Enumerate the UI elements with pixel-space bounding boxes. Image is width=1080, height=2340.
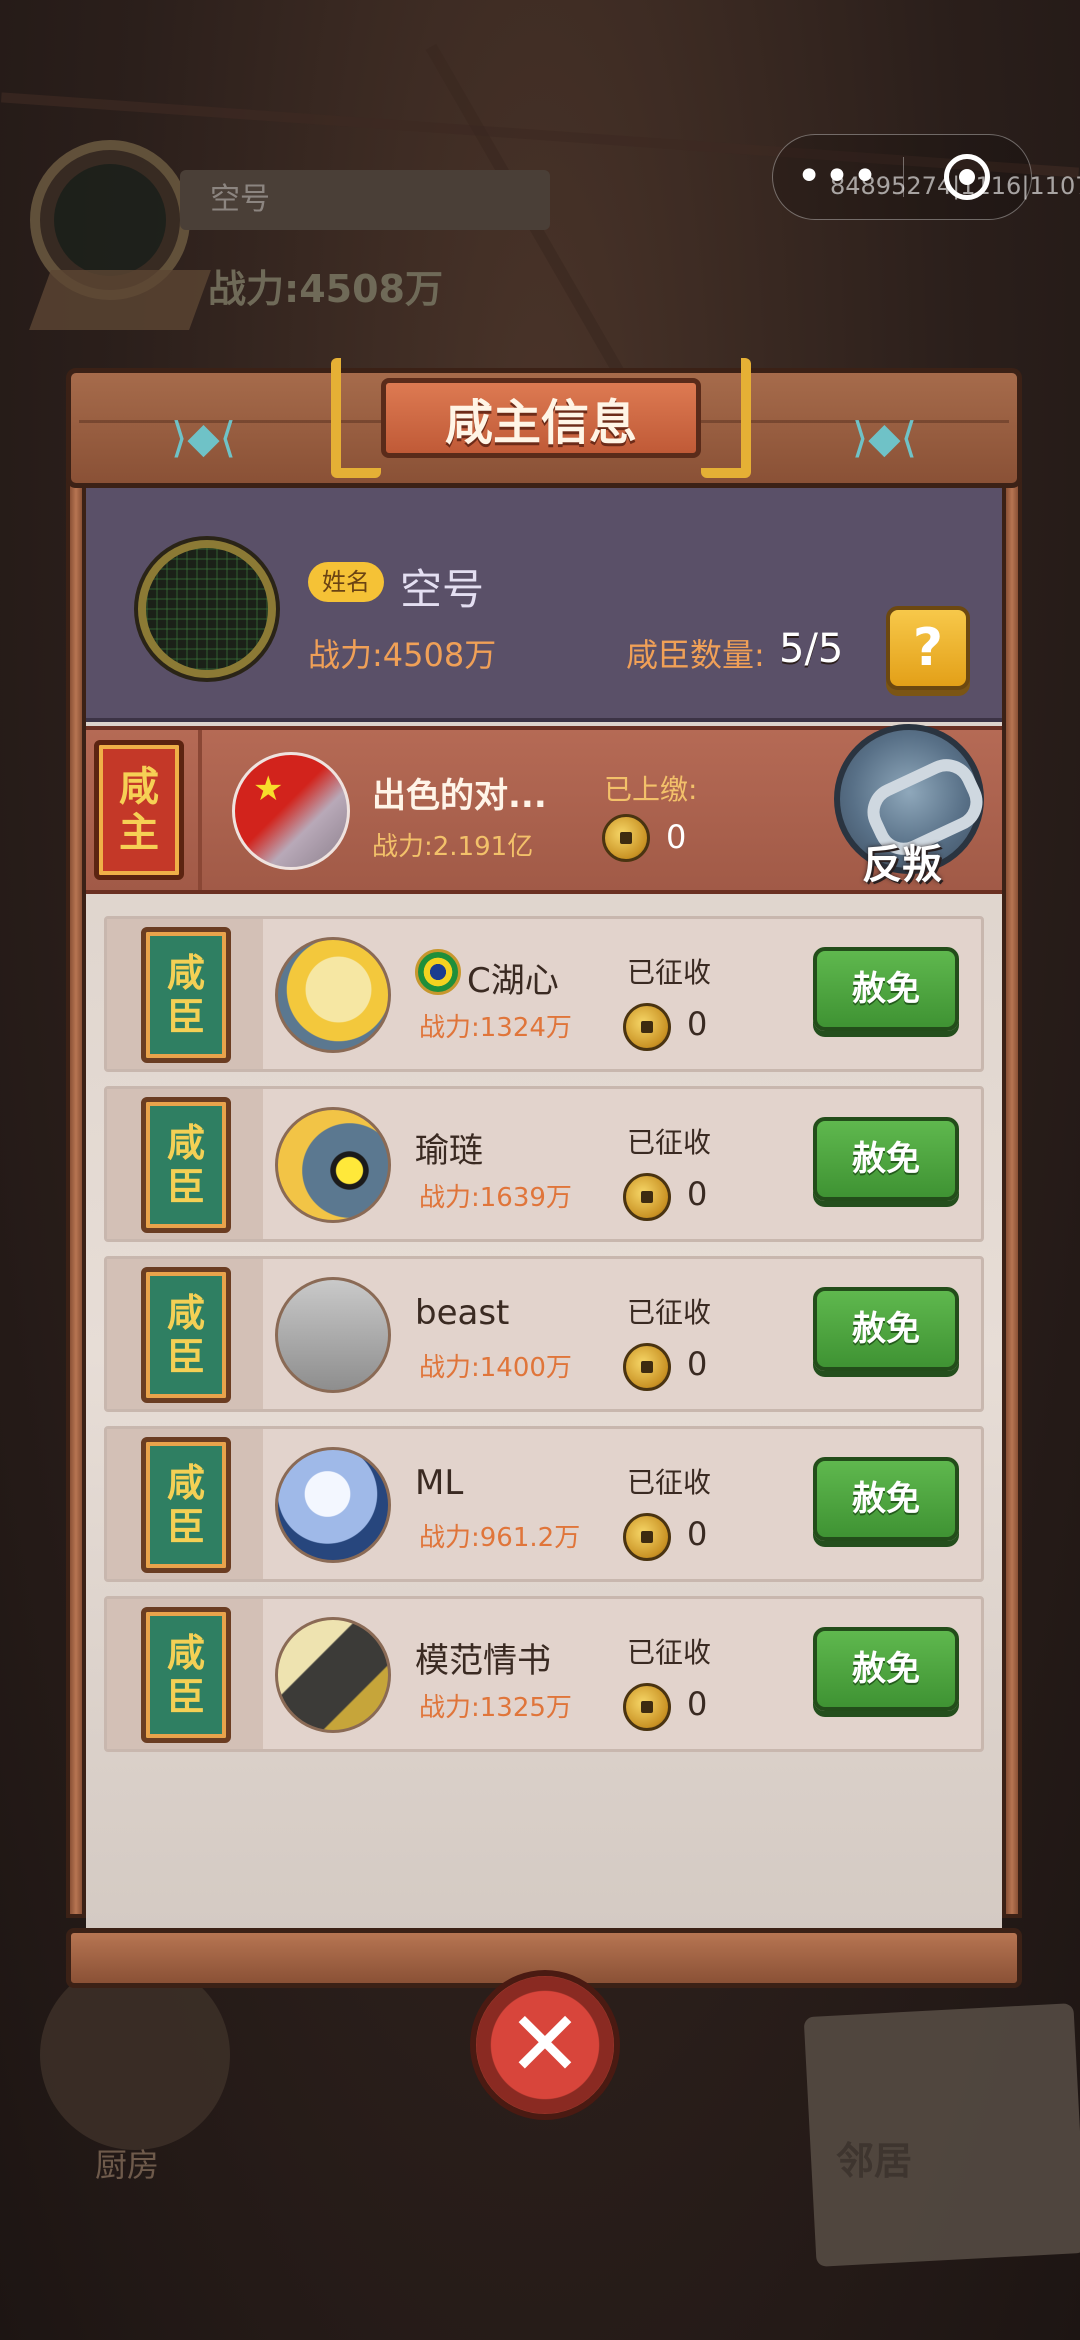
- minister-row: 咸 臣 模范情书 战力:1325万 已征收 0 赦免: [104, 1596, 984, 1752]
- rebel-label: 反叛: [862, 842, 942, 888]
- owner-name: 空号: [400, 565, 485, 614]
- lord-power: 战力:2.191亿: [372, 832, 534, 862]
- fish-icon: ⟩◆⟨: [851, 413, 917, 462]
- star-icon: ★: [253, 769, 284, 809]
- minister-avatar[interactable]: [275, 1447, 391, 1563]
- minister-avatar[interactable]: [275, 1277, 391, 1393]
- owner-info-header: 姓名 空号 战力:4508万 咸臣数量: 5/5 ?: [86, 484, 1002, 722]
- collected-value: 0: [687, 1515, 708, 1553]
- minister-badge: 咸 臣: [141, 1267, 231, 1403]
- neighbor-label: 邻居: [836, 2139, 913, 2183]
- minister-name: C湖心: [467, 961, 559, 1001]
- minister-power: 战力:961.2万: [419, 1523, 581, 1553]
- minister-power: 战力:1325万: [419, 1693, 572, 1723]
- minister-name: beast: [415, 1293, 510, 1333]
- collected-label: 已征收: [627, 956, 712, 989]
- minister-badge: 咸 臣: [141, 927, 231, 1063]
- frame-left: [66, 478, 86, 1918]
- minister-name: 瑜琏: [415, 1131, 483, 1171]
- collected-value: 0: [687, 1175, 708, 1213]
- lord-name: 出色的对...: [372, 776, 547, 816]
- lord-badge-top: 咸: [119, 764, 159, 810]
- coin-icon: [623, 1343, 671, 1391]
- minister-row: 咸 臣 C湖心 战力:1324万 已征收 0 赦免: [104, 916, 984, 1072]
- collected-label: 已征收: [627, 1636, 712, 1669]
- minister-badge: 咸 臣: [141, 1097, 231, 1233]
- avatar: [138, 540, 276, 678]
- minister-badge: 咸 臣: [141, 1437, 231, 1573]
- minister-count: 5/5: [779, 626, 844, 672]
- collected-value: 0: [687, 1685, 708, 1723]
- minister-badge-bottom: 臣: [166, 1335, 205, 1379]
- kitchen-icon: [40, 1960, 230, 2150]
- minister-power: 战力:1400万: [419, 1353, 572, 1383]
- coin-icon: [623, 1003, 671, 1051]
- minister-avatar[interactable]: [275, 937, 391, 1053]
- minister-power: 战力:1639万: [419, 1183, 572, 1213]
- minister-avatar[interactable]: [275, 1107, 391, 1223]
- collected-label: 已征收: [627, 1296, 712, 1329]
- help-button[interactable]: ?: [886, 606, 970, 690]
- minister-badge-bottom: 臣: [166, 995, 205, 1039]
- collected-value: 0: [687, 1005, 708, 1043]
- collected-value: 0: [687, 1345, 708, 1383]
- minister-row: 咸 臣 beast 战力:1400万 已征收 0 赦免: [104, 1256, 984, 1412]
- lord-badge-bottom: 主: [119, 810, 159, 856]
- minister-badge-top: 咸: [166, 1121, 205, 1165]
- frame-right: [1002, 478, 1022, 1918]
- bracket-left: [331, 358, 381, 478]
- fish-icon: ⟩◆⟨: [171, 413, 237, 462]
- minister-row: 咸 臣 瑜琏 战力:1639万 已征收 0 赦免: [104, 1086, 984, 1242]
- minister-name: ML: [415, 1463, 464, 1503]
- pardon-button[interactable]: 赦免: [813, 1627, 959, 1711]
- minister-badge-top: 咸: [166, 951, 205, 995]
- coin-icon: [602, 814, 650, 862]
- divider: [198, 730, 202, 890]
- minister-badge: 咸 臣: [141, 1607, 231, 1743]
- minister-badge-top: 咸: [166, 1461, 205, 1505]
- owner-power: 战力:4508万: [308, 636, 497, 674]
- coin-icon: [623, 1173, 671, 1221]
- collected-label: 已征收: [627, 1466, 712, 1499]
- minister-badge-top: 咸: [166, 1631, 205, 1675]
- bracket-right: [701, 358, 751, 478]
- rebel-button[interactable]: 反叛: [826, 720, 996, 900]
- lord-paid-label: 已上缴:: [604, 773, 698, 806]
- minister-avatar[interactable]: [275, 1617, 391, 1733]
- pardon-button[interactable]: 赦免: [813, 1457, 959, 1541]
- name-tag: 姓名: [308, 562, 384, 602]
- lord-row: 咸 主 ★ 出色的对... 战力:2.191亿 已上缴: 0 反叛: [86, 724, 1002, 894]
- dialog-title: 咸主信息: [381, 378, 701, 458]
- coin-icon: [623, 1683, 671, 1731]
- minister-power: 战力:1324万: [419, 1013, 572, 1043]
- collected-label: 已征收: [627, 1126, 712, 1159]
- lord-info-dialog: 姓名 空号 战力:4508万 咸臣数量: 5/5 ? 咸 主 ★ 出色的对...…: [66, 358, 1022, 1988]
- coin-icon: [623, 1513, 671, 1561]
- pardon-button[interactable]: 赦免: [813, 947, 959, 1031]
- background-player-name: 空号: [180, 170, 550, 230]
- lord-avatar[interactable]: ★: [232, 752, 350, 870]
- title-plaque: 咸主信息: [331, 358, 751, 478]
- background-ribbon: [29, 270, 211, 330]
- lord-paid-value: 0: [666, 818, 687, 856]
- minister-badge-bottom: 臣: [166, 1675, 205, 1719]
- minister-row: 咸 臣 ML 战力:961.2万 已征收 0 赦免: [104, 1426, 984, 1582]
- pardon-button[interactable]: 赦免: [813, 1287, 959, 1371]
- pardon-button[interactable]: 赦免: [813, 1117, 959, 1201]
- minister-name: 模范情书: [415, 1641, 551, 1681]
- background-player-power: 战力:4508万: [208, 267, 443, 311]
- lord-badge: 咸 主: [94, 740, 184, 880]
- minister-badge-top: 咸: [166, 1291, 205, 1335]
- brazil-flag-icon: [415, 949, 461, 995]
- minister-badge-bottom: 臣: [166, 1505, 205, 1549]
- close-button[interactable]: ✕: [470, 1970, 620, 2120]
- kitchen-label: 厨房: [95, 2146, 160, 2184]
- dialog-panel: 姓名 空号 战力:4508万 咸臣数量: 5/5 ? 咸 主 ★ 出色的对...…: [86, 484, 1002, 1934]
- minister-badge-bottom: 臣: [166, 1165, 205, 1209]
- minister-count-label: 咸臣数量:: [626, 636, 765, 674]
- overlay-id-text: 84895274|1116|1107: [830, 172, 1080, 200]
